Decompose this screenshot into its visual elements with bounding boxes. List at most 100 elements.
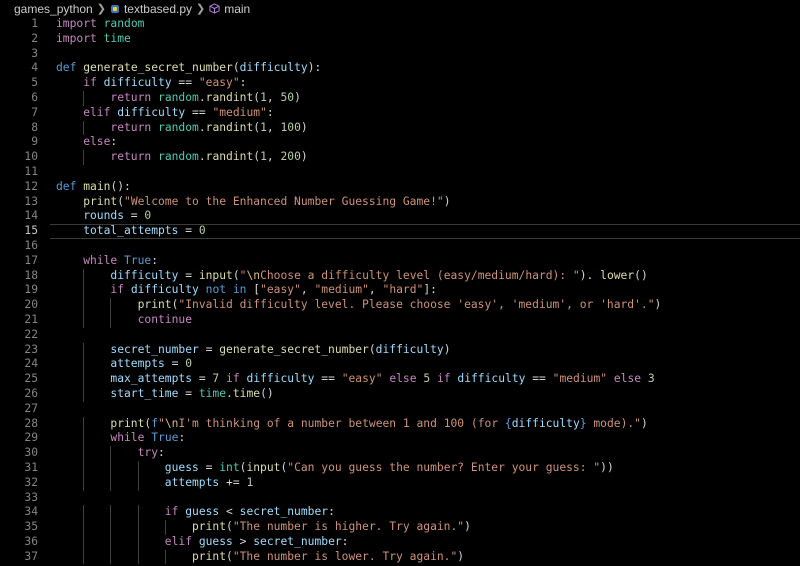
breadcrumb-symbol-label: main xyxy=(224,1,251,16)
code-token: else xyxy=(389,372,417,386)
indent-guide xyxy=(83,342,85,358)
code-line[interactable]: 27 xyxy=(0,402,800,417)
code-line[interactable]: 26 start_time = time.time() xyxy=(0,386,800,402)
code-line[interactable]: 21 continue xyxy=(0,312,800,328)
code-token: time xyxy=(232,386,261,400)
code-line[interactable]: 36 elif guess > secret_number: xyxy=(0,534,800,550)
code-line[interactable]: 14 rounds = 0 xyxy=(0,209,800,224)
breadcrumb-file-label: textbased.py xyxy=(123,1,192,16)
indent-guide xyxy=(83,283,85,299)
code-text: elif difficulty == "medium": xyxy=(83,106,274,121)
code-token: difficulty xyxy=(246,372,315,386)
code-token: int xyxy=(219,460,240,474)
code-token: = xyxy=(178,224,199,238)
code-token: input xyxy=(246,460,281,474)
code-line[interactable]: 11 xyxy=(0,165,800,180)
code-line[interactable]: 8 return random.randint(1, 100) xyxy=(0,120,800,136)
code-token: while xyxy=(110,431,145,445)
line-number: 31 xyxy=(24,460,38,474)
code-token: import xyxy=(56,31,97,45)
code-token: [ xyxy=(246,283,261,297)
code-token: > xyxy=(232,534,254,548)
code-text: attempts = 0 xyxy=(110,357,192,372)
code-line[interactable]: 3 xyxy=(0,47,800,62)
indent-guide xyxy=(137,475,139,491)
code-line[interactable]: 31 guess = int(input("Can you guess the n… xyxy=(0,460,800,476)
indent-guide xyxy=(83,312,85,328)
code-line[interactable]: 6 return random.randint(1, 50) xyxy=(0,90,800,106)
code-token: difficulty xyxy=(375,342,444,356)
line-number: 11 xyxy=(24,164,38,178)
code-token: ). xyxy=(579,268,601,282)
code-token: else xyxy=(613,372,642,386)
code-token: "Welcome to the Enhanced Number Guessing… xyxy=(124,194,444,208)
code-token: : xyxy=(239,76,247,90)
code-line[interactable]: 13 print("Welcome to the Enhanced Number … xyxy=(0,195,800,210)
code-line[interactable]: 4 def generate_secret_number(difficulty): xyxy=(0,61,800,76)
code-editor[interactable]: 1 import random 2 import time 3 4 def generate… xyxy=(0,17,800,566)
code-text: return random.randint(1, 200) xyxy=(110,150,307,165)
code-token: () xyxy=(260,386,274,400)
code-token: 1 xyxy=(246,475,254,489)
indent-guide xyxy=(110,475,112,491)
code-line[interactable]: 20 print("Invalid difficulty level. Pleas… xyxy=(0,298,800,313)
code-token: elif xyxy=(83,105,111,119)
code-token: . xyxy=(198,150,206,164)
code-line[interactable]: 24 attempts = 0 xyxy=(0,357,800,373)
code-text: print("The number is lower. Try again.") xyxy=(192,550,464,565)
code-token: difficulty xyxy=(511,416,580,430)
code-token: = xyxy=(178,268,199,282)
code-line[interactable]: 33 xyxy=(0,491,800,506)
code-line[interactable]: 29 while True: xyxy=(0,431,800,447)
code-token: difficulty xyxy=(457,372,526,386)
code-text: if guess < secret_number: xyxy=(165,505,335,520)
breadcrumb-symbol[interactable]: main xyxy=(209,2,250,16)
code-line[interactable]: 25 max_attempts = 7 if difficulty == "eas… xyxy=(0,372,800,387)
code-line[interactable]: 1 import random xyxy=(0,17,800,32)
code-line[interactable]: 35 print("The number is higher. Try again… xyxy=(0,520,800,535)
code-token: ( xyxy=(368,342,376,356)
code-token: (): xyxy=(110,179,131,193)
code-text: import random xyxy=(56,17,144,32)
code-line[interactable]: 19 if difficulty not in ["easy", "medium"… xyxy=(0,283,800,299)
line-number: 22 xyxy=(24,327,38,341)
line-number: 6 xyxy=(31,90,38,104)
code-line[interactable]: 9 else: xyxy=(0,135,800,150)
code-token: 1 xyxy=(260,90,267,104)
code-text: continue xyxy=(138,313,192,328)
code-line[interactable]: 23 secret_number = generate_secret_number… xyxy=(0,342,800,358)
code-line[interactable]: 18 difficulty = input("\nChoose a difficu… xyxy=(0,268,800,284)
code-line[interactable]: 22 xyxy=(0,328,800,343)
code-line[interactable]: 7 elif difficulty == "medium": xyxy=(0,106,800,121)
code-token: if xyxy=(110,283,124,297)
code-token: print xyxy=(83,194,118,208)
code-token: ( xyxy=(117,194,125,208)
indent-guide xyxy=(110,298,112,313)
code-token: if xyxy=(164,505,179,519)
code-line[interactable]: 2 import time xyxy=(0,32,800,47)
code-token: else xyxy=(83,135,111,149)
indent-guide xyxy=(110,460,112,476)
code-line[interactable]: 30 try: xyxy=(0,446,800,461)
line-number: 2 xyxy=(31,31,38,45)
code-line[interactable]: 12 def main(): xyxy=(0,180,800,195)
code-token: : xyxy=(110,135,118,149)
code-line[interactable]: 5 if difficulty == "easy": xyxy=(0,76,800,91)
breadcrumb-file[interactable]: textbased.py xyxy=(110,2,192,16)
code-line[interactable]: 28 print(f"\nI'm thinking of a number bet… xyxy=(0,416,800,432)
code-line[interactable]: 34 if guess < secret_number: xyxy=(0,505,800,521)
code-line[interactable]: 17 while True: xyxy=(0,254,800,269)
code-line[interactable]: 10 return random.randint(1, 200) xyxy=(0,150,800,165)
breadcrumb-folder[interactable]: games_python xyxy=(14,2,93,16)
code-line[interactable]: 32 attempts += 1 xyxy=(0,475,800,491)
line-number: 17 xyxy=(24,253,38,267)
code-line[interactable]: 16 xyxy=(0,239,800,254)
code-line[interactable]: 37 print("The number is lower. Try again.… xyxy=(0,549,800,565)
code-token: ) xyxy=(443,194,451,208)
line-number: 4 xyxy=(31,61,38,75)
code-token: def xyxy=(56,61,77,75)
code-token: , xyxy=(368,283,383,297)
code-token: "Invalid difficulty level. Please choose… xyxy=(178,298,655,312)
method-cube-icon xyxy=(209,3,220,14)
code-line[interactable]: 15 total_attempts = 0 xyxy=(0,224,800,239)
